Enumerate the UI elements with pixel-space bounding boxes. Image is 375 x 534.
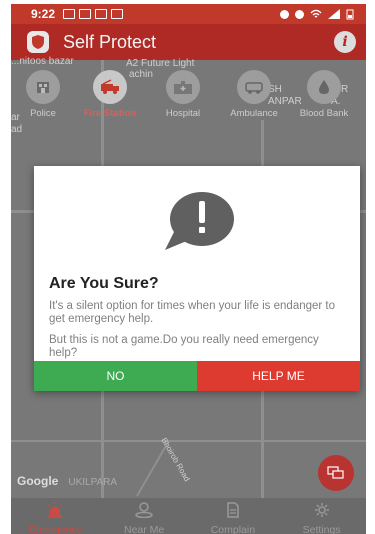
system-icons	[280, 9, 354, 20]
document-icon	[227, 502, 239, 518]
dialog-warning: But this is not a game.Do you really nee…	[49, 334, 319, 359]
app-logo-icon	[27, 31, 49, 53]
category-label: Blood Bank	[299, 108, 349, 119]
dialog-message: It's a silent option for times when your…	[49, 300, 336, 325]
nav-settings[interactable]: Settings	[277, 498, 366, 534]
status-bar: 9:22	[11, 4, 366, 24]
app-title: Self Protect	[63, 31, 157, 52]
nav-emergency[interactable]: Emergency	[11, 498, 100, 534]
ambulance-icon	[237, 70, 271, 104]
map-road	[136, 443, 168, 497]
status-time: 9:22	[31, 7, 56, 21]
dialog-buttons: NO HELP ME	[34, 361, 360, 391]
alert-bubble-icon	[165, 192, 234, 250]
police-icon	[26, 70, 60, 104]
nav-near-me[interactable]: Near Me	[100, 498, 189, 534]
dialog-icon-area	[34, 166, 360, 276]
notification-icons	[63, 9, 124, 19]
google-logo: Google	[17, 474, 59, 488]
chat-fab-button[interactable]	[318, 455, 354, 491]
hospital-icon	[166, 70, 200, 104]
chat-icon	[327, 466, 344, 479]
category-hospital[interactable]: Hospital	[146, 70, 220, 119]
category-fire-station[interactable]: Fire Station	[73, 70, 147, 119]
category-label: Ambulance	[230, 108, 278, 119]
nav-label: Complain	[210, 524, 256, 534]
nav-label: Settings	[302, 524, 341, 534]
battery-icon	[346, 9, 354, 19]
phone-screen: 9:22 Self Protect i ...nitoos bazar A2 F…	[11, 4, 366, 534]
map-road-label: Bhoirob Road	[159, 436, 192, 483]
category-row: Police Fire Station Hospital Ambulance B…	[11, 70, 366, 130]
category-police[interactable]: Police	[11, 70, 80, 119]
category-label: Hospital	[165, 108, 201, 119]
nav-label: Emergency	[28, 524, 82, 534]
map-label: A2 Future Light	[126, 58, 195, 69]
nav-complain[interactable]: Complain	[189, 498, 278, 534]
alarm-icon	[280, 9, 289, 19]
chat-icon	[95, 9, 108, 19]
confirm-dialog: Are You Sure? It's a silent option for t…	[34, 166, 360, 391]
app-bar: Self Protect i	[11, 24, 366, 60]
location-icon	[295, 9, 304, 19]
person-location-icon	[135, 502, 153, 519]
map-area-label: UKILPARA	[68, 477, 118, 488]
google-attribution: Google UKILPARA	[17, 474, 117, 488]
signal-icon	[328, 9, 340, 19]
wifi-icon	[310, 9, 322, 18]
notification-icon	[63, 9, 76, 19]
nav-label: Near Me	[123, 524, 165, 534]
map-road	[11, 440, 366, 442]
map-label: ...nitoos bazar	[11, 56, 74, 67]
category-label: Police	[30, 108, 56, 119]
gear-icon	[314, 503, 329, 517]
category-label: Fire Station	[83, 108, 137, 119]
message-icon	[79, 9, 92, 19]
no-button[interactable]: NO	[34, 361, 197, 391]
fire-truck-icon	[93, 70, 127, 104]
blood-drop-icon	[307, 70, 341, 104]
bottom-nav: Emergency Near Me Complain Settings	[11, 498, 366, 534]
help-me-button[interactable]: HELP ME	[197, 361, 360, 391]
category-ambulance[interactable]: Ambulance	[217, 70, 291, 119]
dialog-title: Are You Sure?	[49, 275, 159, 292]
info-icon[interactable]: i	[334, 31, 356, 53]
siren-icon	[47, 502, 63, 518]
category-blood-bank[interactable]: Blood Bank	[287, 70, 361, 119]
image-icon	[111, 9, 124, 19]
